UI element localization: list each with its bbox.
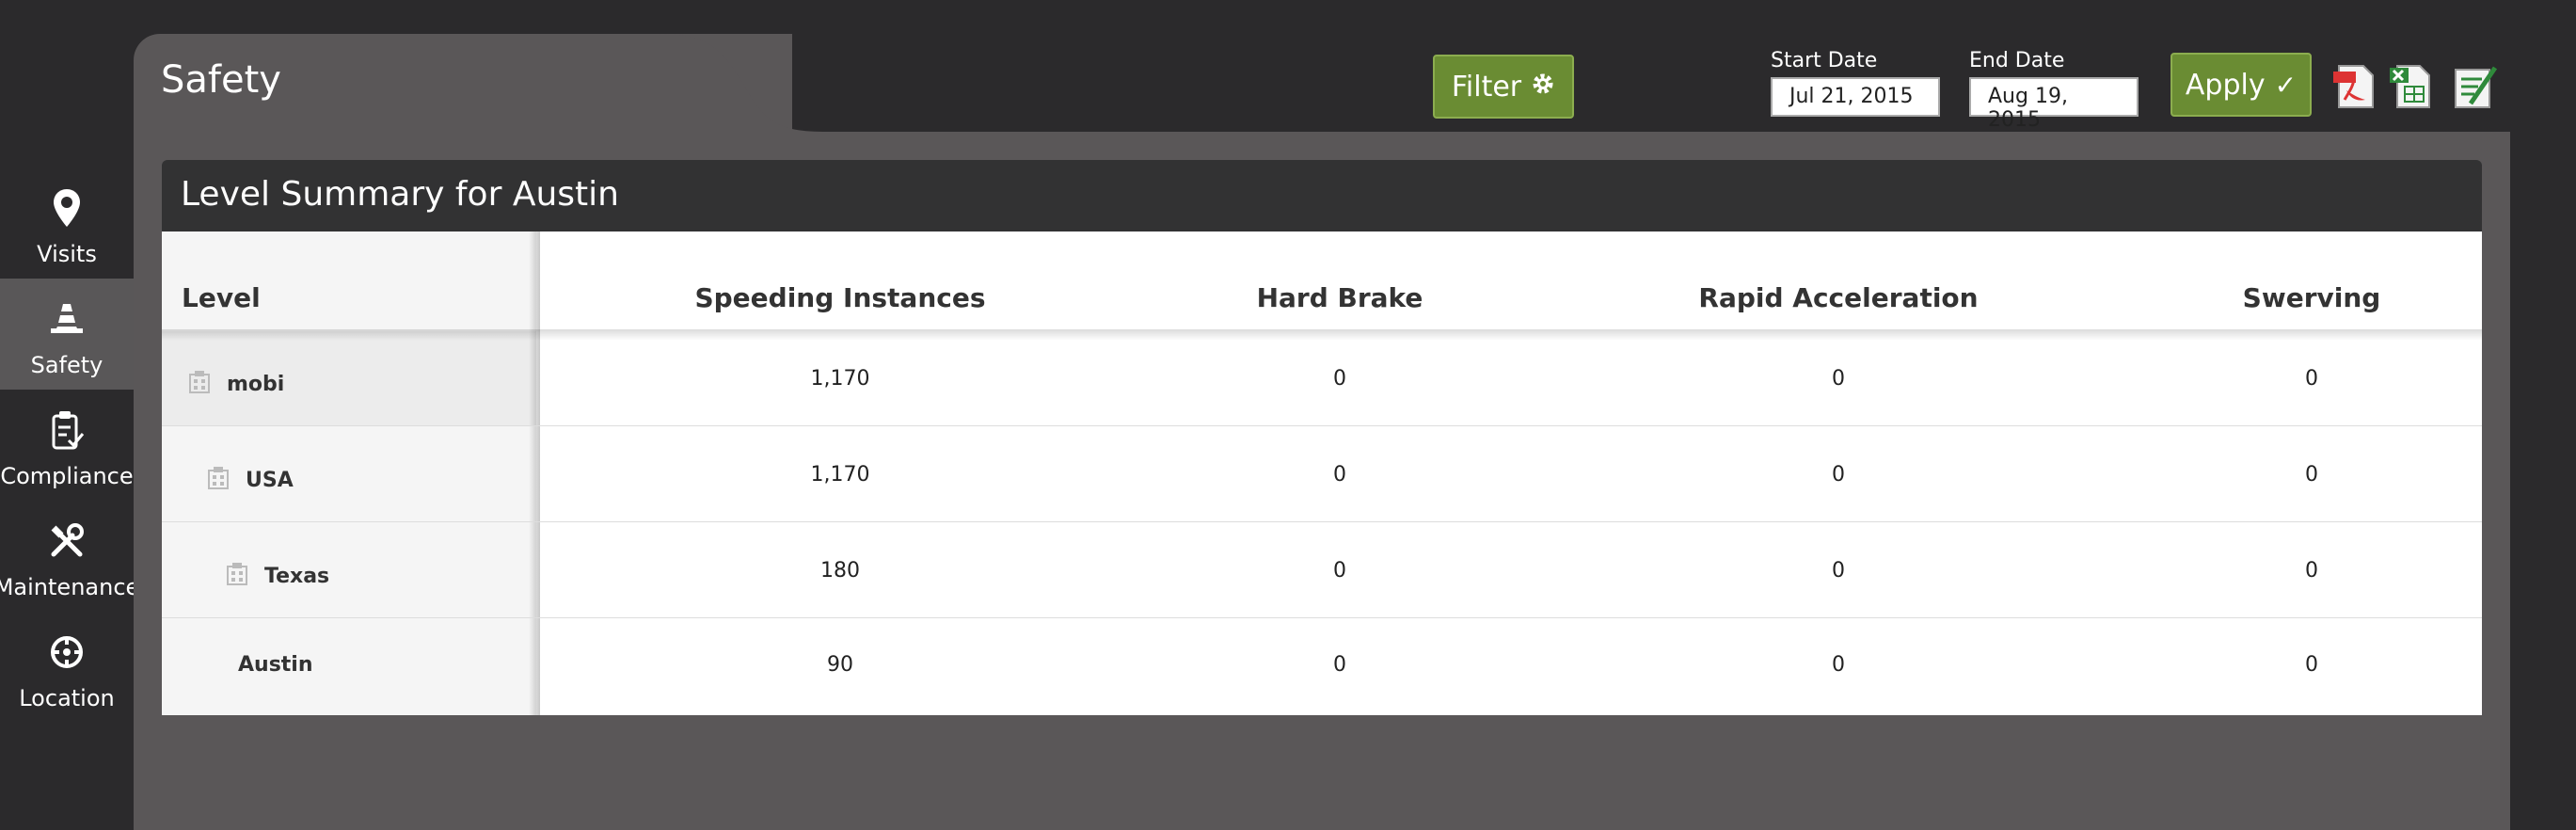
table-cell-rapid-acceleration: 0 — [1832, 653, 1845, 677]
sidebar-item-maintenance[interactable]: Maintenance — [0, 501, 139, 612]
building-icon[interactable] — [187, 370, 212, 394]
map-pin-icon — [0, 184, 134, 231]
table-row-level[interactable]: Texas — [264, 565, 329, 588]
column-header-speeding: Speeding Instances — [694, 282, 986, 313]
level-row-highlight — [162, 331, 536, 425]
page-title: Safety — [161, 58, 281, 102]
column-header-swerving: Swerving — [2242, 282, 2381, 313]
table-cell-swerving: 0 — [2305, 559, 2318, 583]
apply-button[interactable]: Apply ✓ — [2171, 53, 2312, 117]
table-cell-swerving: 0 — [2305, 653, 2318, 677]
sidebar-item-label: Compliance — [0, 463, 134, 489]
table-cell-hard-brake: 0 — [1333, 559, 1346, 583]
row-divider — [162, 617, 2482, 618]
sidebar-item-label: Visits — [37, 241, 97, 267]
table-row-level[interactable]: mobi — [227, 373, 284, 396]
table-cell-hard-brake: 0 — [1333, 463, 1346, 487]
filter-button[interactable]: Filter — [1433, 55, 1574, 119]
column-header-level: Level — [182, 282, 261, 313]
table-cell-rapid-acceleration: 0 — [1832, 367, 1845, 391]
row-divider — [162, 521, 2482, 522]
checkmark-icon: ✓ — [2274, 69, 2298, 101]
clipboard-check-icon — [0, 407, 134, 454]
building-icon[interactable] — [225, 562, 249, 586]
pdf-export-icon[interactable] — [2331, 62, 2380, 111]
sidebar-item-compliance[interactable]: Compliance — [0, 390, 134, 501]
start-date-field[interactable]: Jul 21, 2015 — [1771, 77, 1940, 117]
excel-export-icon[interactable] — [2388, 62, 2437, 111]
traffic-cone-icon — [0, 295, 134, 343]
report-edit-icon[interactable] — [2452, 62, 2501, 111]
filter-label: Filter — [1451, 70, 1522, 104]
sidebar-item-label: Safety — [30, 352, 103, 378]
end-date-label: End Date — [1969, 49, 2065, 72]
sidebar: Visits Safety Compliance Maintenance Loc… — [0, 0, 139, 830]
start-date-label: Start Date — [1771, 49, 1878, 72]
crosshair-icon — [0, 629, 134, 676]
building-icon[interactable] — [206, 466, 231, 490]
table-cell-hard-brake: 0 — [1333, 367, 1346, 391]
column-header-hard-brake: Hard Brake — [1256, 282, 1423, 313]
level-column-shadow — [529, 231, 540, 715]
sidebar-item-label: Location — [19, 685, 115, 711]
table-cell-hard-brake: 0 — [1333, 653, 1346, 677]
summary-title: Level Summary for Austin — [181, 175, 619, 214]
table-row-level[interactable]: USA — [246, 469, 294, 492]
sidebar-item-safety[interactable]: Safety — [0, 279, 134, 390]
sidebar-item-location[interactable]: Location — [0, 612, 134, 723]
table-cell-speeding: 180 — [820, 559, 860, 583]
row-divider — [162, 425, 2482, 426]
gear-icon — [1531, 71, 1555, 104]
header-shadow — [162, 329, 2482, 341]
end-date-field[interactable]: Aug 19, 2015 — [1969, 77, 2139, 132]
table-cell-speeding: 90 — [827, 653, 853, 677]
table-cell-rapid-acceleration: 0 — [1832, 463, 1845, 487]
table-cell-rapid-acceleration: 0 — [1832, 559, 1845, 583]
sidebar-item-label: Maintenance — [0, 574, 140, 600]
wrench-screwdriver-icon — [0, 518, 134, 565]
header-tab-curve — [659, 34, 828, 137]
column-header-rapid-acceleration: Rapid Acceleration — [1698, 282, 1979, 313]
table-cell-swerving: 0 — [2305, 463, 2318, 487]
table-cell-swerving: 0 — [2305, 367, 2318, 391]
sidebar-item-visits[interactable]: Visits — [0, 168, 134, 279]
table-cell-speeding: 1,170 — [810, 463, 870, 487]
table-cell-speeding: 1,170 — [810, 367, 870, 391]
table-row-level: Austin — [238, 653, 313, 677]
apply-label: Apply — [2185, 68, 2266, 102]
